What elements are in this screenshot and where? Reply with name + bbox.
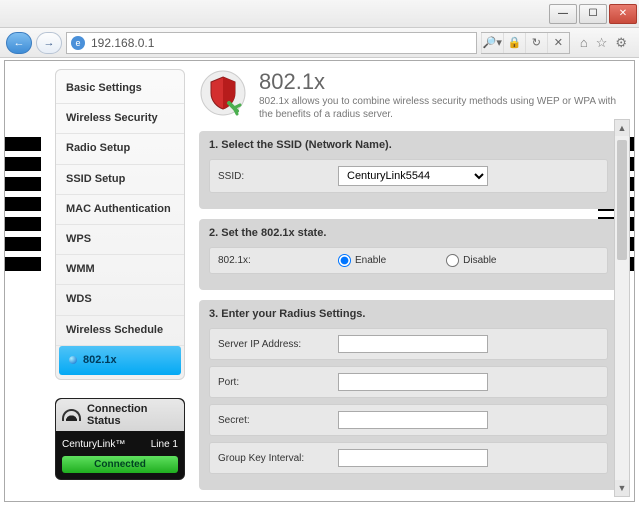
disable-text: Disable — [463, 255, 496, 266]
sidebar-item-basic-settings[interactable]: Basic Settings — [56, 74, 184, 104]
refresh-icon[interactable]: ↻ — [525, 33, 547, 53]
browser-toolbar: ← → e 192.168.0.1 🔎▾ 🔒 ↻ ✕ ⌂ ☆ ⚙ — [0, 28, 639, 58]
search-dropdown-icon[interactable]: 🔎▾ — [481, 33, 503, 53]
step3-heading: 3. Enter your Radius Settings. — [209, 308, 608, 320]
address-controls: 🔎▾ 🔒 ↻ ✕ — [481, 32, 570, 54]
ssid-label: SSID: — [218, 171, 328, 182]
server-ip-input[interactable] — [338, 335, 488, 353]
lock-icon[interactable]: 🔒 — [503, 33, 525, 53]
shield-icon — [199, 69, 247, 117]
address-bar[interactable]: e 192.168.0.1 — [66, 32, 477, 54]
stop-icon[interactable]: ✕ — [547, 33, 569, 53]
address-url: 192.168.0.1 — [91, 36, 154, 50]
panel-step1: 1. Select the SSID (Network Name). SSID:… — [199, 131, 618, 209]
nav-back-button[interactable]: ← — [6, 32, 32, 54]
connection-state-badge: Connected — [62, 456, 178, 473]
nav-forward-button[interactable]: → — [36, 32, 62, 54]
favorites-icon[interactable]: ☆ — [596, 35, 608, 51]
sidebar-item-wps[interactable]: WPS — [56, 225, 184, 255]
window-maximize-button[interactable]: ☐ — [579, 4, 607, 24]
sidebar-item-ssid-setup[interactable]: SSID Setup — [56, 165, 184, 195]
sidebar-menu: Basic Settings Wireless Security Radio S… — [55, 69, 185, 380]
scroll-thumb[interactable] — [617, 140, 627, 260]
port-input[interactable] — [338, 373, 488, 391]
sidebar-item-wireless-schedule[interactable]: Wireless Schedule — [56, 316, 184, 346]
window-titlebar: — ☐ ✕ — [0, 0, 639, 28]
gki-label: Group Key Interval: — [218, 453, 328, 464]
window-close-button[interactable]: ✕ — [609, 4, 637, 24]
main-content: 802.1x 802.1x allows you to combine wire… — [199, 69, 622, 493]
8021x-label: 802.1x: — [218, 255, 328, 266]
sidebar-item-wmm[interactable]: WMM — [56, 255, 184, 285]
radio-disable-label[interactable]: Disable — [446, 254, 496, 267]
window-minimize-button[interactable]: — — [549, 4, 577, 24]
connection-status-widget: Connection Status CenturyLink™ Line 1 Co… — [55, 398, 185, 480]
sidebar-item-8021x[interactable]: 802.1x — [59, 346, 181, 375]
line-label: Line 1 — [151, 439, 178, 450]
radio-enable-label[interactable]: Enable — [338, 254, 386, 267]
sidebar-item-wireless-security[interactable]: Wireless Security — [56, 104, 184, 134]
scrollbar[interactable]: ▲ ▼ — [614, 119, 630, 497]
secret-input[interactable] — [338, 411, 488, 429]
ie-favicon-icon: e — [71, 36, 85, 50]
page-description: 802.1x allows you to combine wireless se… — [259, 95, 618, 121]
port-label: Port: — [218, 377, 328, 388]
scroll-down-icon[interactable]: ▼ — [615, 480, 629, 496]
radio-enable[interactable] — [338, 254, 351, 267]
server-ip-label: Server IP Address: — [218, 339, 328, 350]
sidebar-item-mac-authentication[interactable]: MAC Authentication — [56, 195, 184, 225]
active-indicator-icon — [69, 356, 77, 364]
panel-step3: 3. Enter your Radius Settings. Server IP… — [199, 300, 618, 490]
secret-label: Secret: — [218, 415, 328, 426]
sidebar-item-label: 802.1x — [83, 354, 117, 367]
sidebar-item-radio-setup[interactable]: Radio Setup — [56, 134, 184, 164]
step1-heading: 1. Select the SSID (Network Name). — [209, 139, 608, 151]
step2-heading: 2. Set the 802.1x state. — [209, 227, 608, 239]
tools-gear-icon[interactable]: ⚙ — [615, 35, 627, 51]
radio-disable[interactable] — [446, 254, 459, 267]
panel-step2: 2. Set the 802.1x state. 802.1x: Enable … — [199, 219, 618, 290]
scroll-up-icon[interactable]: ▲ — [615, 120, 629, 136]
enable-text: Enable — [355, 255, 386, 266]
home-icon[interactable]: ⌂ — [580, 35, 588, 51]
sidebar-item-wds[interactable]: WDS — [56, 285, 184, 315]
gauge-icon — [62, 409, 81, 421]
brand-label: CenturyLink™ — [62, 439, 125, 450]
gki-input[interactable] — [338, 449, 488, 467]
ssid-select[interactable]: CenturyLink5544 — [338, 166, 488, 186]
connection-status-title: Connection Status — [87, 403, 178, 427]
page-title: 802.1x — [259, 69, 618, 95]
